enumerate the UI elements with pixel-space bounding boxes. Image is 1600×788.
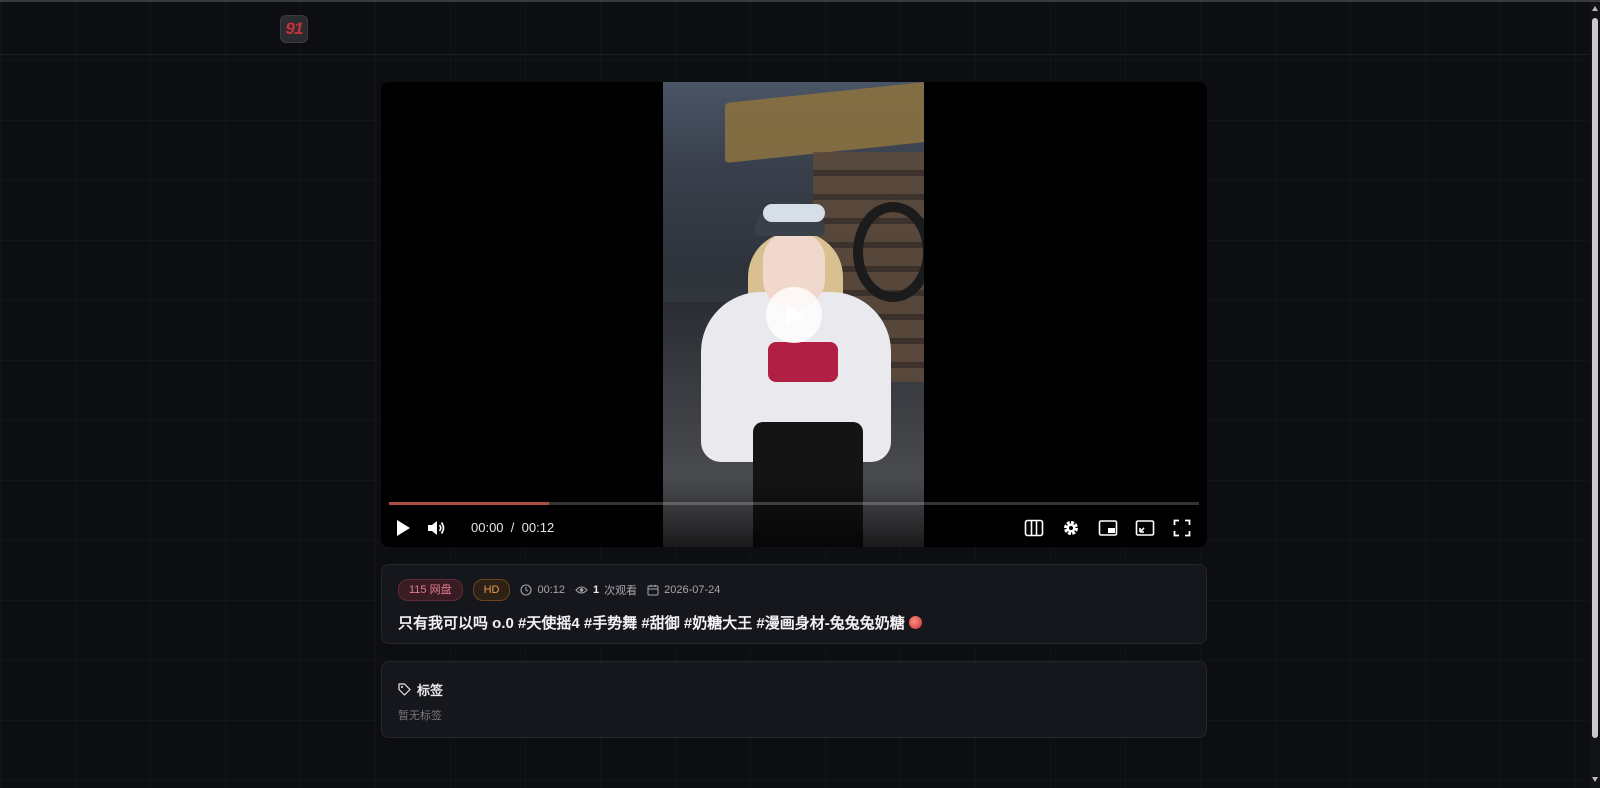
quality-badge: HD	[472, 579, 511, 601]
views-meta: 1 次观看	[575, 582, 637, 598]
video-scene-shade	[663, 477, 924, 547]
tags-empty-text: 暂无标签	[398, 710, 442, 722]
logo-text: 91	[285, 19, 304, 38]
date-meta: 2026-07-24	[647, 584, 720, 596]
eye-icon	[575, 586, 588, 594]
scroll-down-arrow-icon[interactable]	[1592, 777, 1598, 782]
time-space	[514, 520, 518, 535]
calendar-icon	[647, 584, 659, 596]
tags-heading: 标签	[398, 680, 443, 699]
play-button[interactable]	[391, 516, 415, 540]
web-fullscreen-icon	[1135, 520, 1155, 536]
video-scene-tire	[853, 202, 924, 302]
views-label: 次观看	[604, 585, 638, 597]
play-icon	[786, 304, 804, 326]
picture-in-picture-icon	[1098, 520, 1118, 536]
scroll-up-arrow-icon[interactable]	[1592, 6, 1598, 11]
candy-emoji-icon	[908, 616, 922, 629]
settings-button[interactable]	[1059, 516, 1083, 540]
views-count: 1	[593, 584, 600, 596]
play-icon	[397, 520, 410, 536]
video-player[interactable]: 00:00 / 00:12	[381, 82, 1207, 547]
fullscreen-icon	[1173, 519, 1191, 537]
video-info-card: 115 网盘 HD 00:12 1 次观看 2026-07-24 只有我可以吗 …	[381, 564, 1207, 644]
volume-button[interactable]	[424, 516, 448, 540]
clock-icon	[520, 584, 533, 596]
tags-heading-text: 标签	[417, 683, 444, 698]
columns-icon	[1024, 519, 1044, 537]
time-display: 00:00 / 00:12	[471, 520, 554, 535]
video-title: 只有我可以吗 o.0 #天使摇4 #手势舞 #甜御 #奶糖大王 #漫画身材-兔兔…	[398, 612, 922, 633]
scrollbar-thumb[interactable]	[1592, 18, 1598, 738]
tags-card: 标签 暂无标签	[381, 661, 1207, 738]
video-title-text: 只有我可以吗 o.0 #天使摇4 #手势舞 #甜御 #奶糖大王 #漫画身材-兔兔…	[398, 615, 905, 632]
big-play-button[interactable]	[766, 287, 822, 343]
gear-icon	[1064, 521, 1078, 535]
video-meta-row: 115 网盘 HD 00:12 1 次观看 2026-07-24	[398, 579, 720, 601]
site-logo[interactable]: 91	[280, 15, 308, 43]
source-badge[interactable]: 115 网盘	[398, 579, 463, 601]
columns-button[interactable]	[1022, 516, 1046, 540]
video-scene-top	[768, 342, 838, 382]
web-fullscreen-button[interactable]	[1133, 516, 1157, 540]
progress-bar[interactable]	[389, 502, 1199, 505]
current-time: 00:00	[471, 520, 504, 535]
video-scene-roof	[725, 82, 924, 164]
video-scene-glasses	[763, 204, 825, 222]
site-header: 91	[0, 2, 1590, 55]
publish-date: 2026-07-24	[664, 584, 721, 596]
volume-icon	[428, 521, 445, 535]
tag-icon	[398, 683, 411, 696]
total-duration: 00:12	[521, 520, 555, 535]
page-scrollbar[interactable]	[1590, 2, 1600, 788]
duration-meta: 00:12	[520, 584, 565, 596]
fullscreen-button[interactable]	[1170, 516, 1194, 540]
picture-in-picture-button[interactable]	[1096, 516, 1120, 540]
duration-text: 00:12	[537, 584, 566, 596]
progress-played	[389, 502, 549, 505]
